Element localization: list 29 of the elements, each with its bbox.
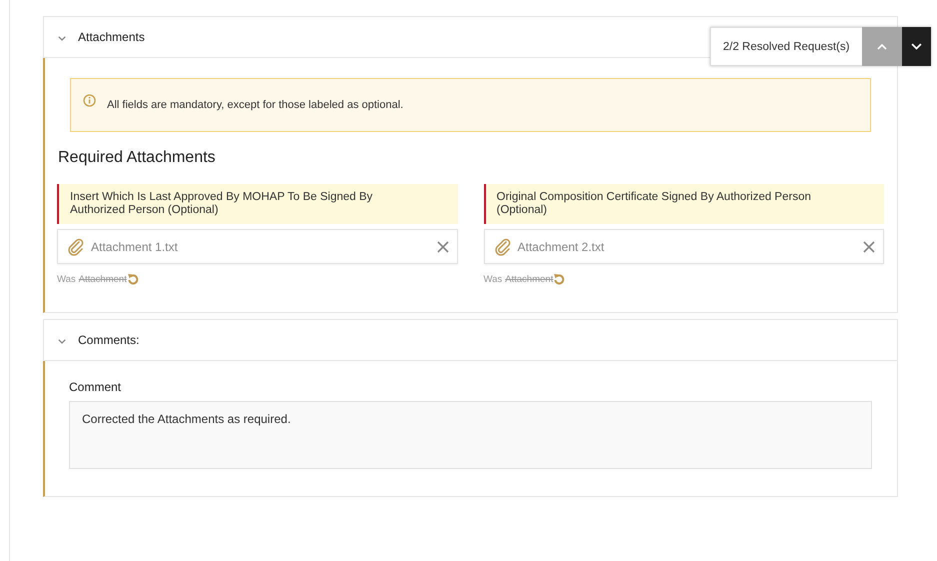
undo-button[interactable]	[126, 273, 139, 285]
notice-text: All fields are mandatory, except for those labeled as optional.	[107, 99, 404, 111]
previous-value: Attachment	[78, 274, 127, 284]
section-heading: Required Attachments	[58, 149, 216, 167]
file-field[interactable]: Attachment 2.txt	[484, 229, 884, 264]
close-icon	[436, 240, 448, 252]
field-label: Comment	[69, 380, 122, 394]
close-icon	[863, 240, 875, 252]
previous-value: Attachment	[505, 274, 554, 284]
undo-icon	[553, 273, 566, 285]
paperclip-icon	[494, 238, 512, 256]
resolved-requests-label: 2/2 Resolved Request(s)	[710, 27, 862, 66]
attachment-label: Insert Which Is Last Approved By MOHAP To Be Signed By Authorized Person (Optional)	[57, 184, 458, 224]
chevron-down-icon	[910, 43, 922, 50]
paperclip-icon	[67, 238, 85, 256]
section-title[interactable]: Comments:	[78, 333, 140, 347]
undo-button[interactable]	[553, 273, 566, 285]
comment-field[interactable]: Corrected the Attachments as required.	[69, 401, 872, 469]
next-button[interactable]	[902, 27, 931, 66]
remove-button[interactable]	[436, 240, 448, 252]
file-field[interactable]: Attachment 1.txt	[57, 229, 458, 264]
chevron-up-icon	[876, 44, 887, 50]
attachment-label: Original Composition Certificate Signed By Authorized Person (Optional)	[484, 184, 884, 224]
info-icon	[83, 94, 96, 107]
was-label: Was	[57, 274, 76, 284]
was-label: Was	[484, 274, 502, 284]
undo-icon	[126, 273, 139, 285]
section-title[interactable]: Attachments	[78, 30, 145, 44]
remove-button[interactable]	[863, 240, 875, 252]
